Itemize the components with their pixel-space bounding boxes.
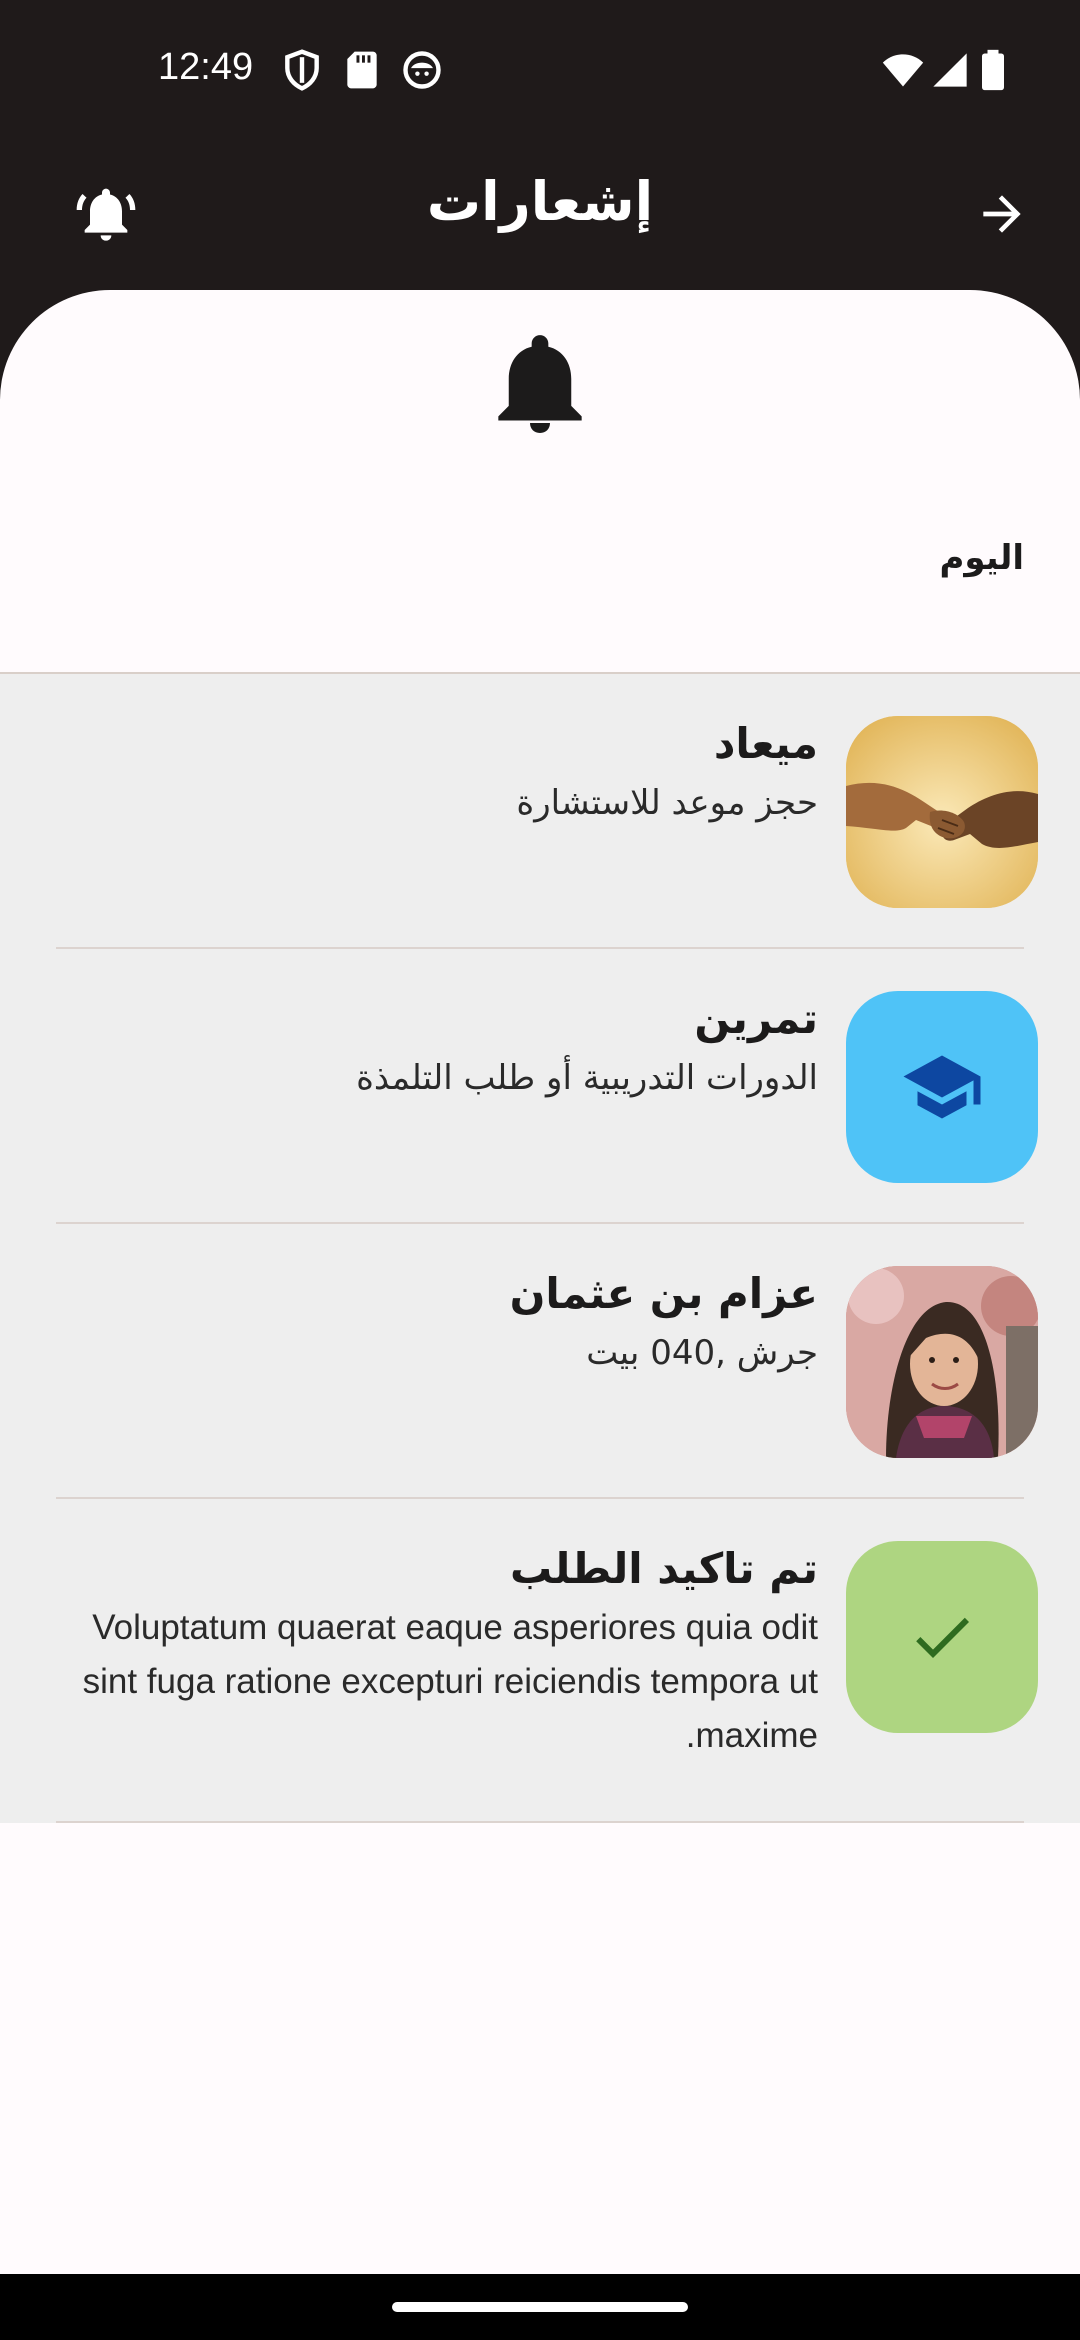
notification-text: عزام بن عثمان جرش ,040 بيت (56, 1264, 818, 1380)
battery-icon (978, 48, 1008, 92)
shield-icon (280, 48, 324, 92)
notification-title: ميعاد (713, 719, 818, 768)
notification-subtitle: حجز موعد للاستشارة (516, 783, 818, 823)
signal-icon (930, 48, 974, 92)
notification-subtitle: الدورات التدريبية أو طلب التلمذة (356, 1058, 818, 1098)
status-time: 12:49 (158, 46, 254, 88)
navigation-bar (0, 2274, 1080, 2340)
arrow-forward-icon[interactable] (966, 178, 1038, 250)
notification-title: عزام بن عثمان (509, 1269, 818, 1318)
notification-list: ميعاد حجز موعد للاستشارة تمرين الدورات ا… (0, 674, 1080, 1823)
notification-text: تم تاكيد الطلب Voluptatum quaerat eaque … (56, 1539, 818, 1763)
notifications-sheet: اليوم ميعاد حجز موعد للاستشارة تمرين الد… (0, 290, 1080, 2274)
notification-title: تمرين (694, 994, 818, 1043)
check-icon (846, 1541, 1038, 1733)
notification-title: تم تاكيد الطلب (509, 1544, 818, 1593)
notification-item-training[interactable]: تمرين الدورات التدريبية أو طلب التلمذة (0, 949, 1080, 1224)
notification-subtitle: جرش ,040 بيت (586, 1333, 818, 1373)
status-bar: 12:49 (0, 0, 1080, 140)
app-header: إشعارات (0, 140, 1080, 290)
notification-item-appointment[interactable]: ميعاد حجز موعد للاستشارة (0, 674, 1080, 949)
handshake-photo (846, 716, 1038, 908)
notification-text: ميعاد حجز موعد للاستشارة (56, 714, 818, 830)
person-photo (846, 1266, 1038, 1458)
sd-card-icon (340, 48, 384, 92)
cat-face-icon (400, 48, 444, 92)
graduation-cap-icon (846, 991, 1038, 1183)
bell-icon (490, 328, 590, 438)
notification-item-person[interactable]: عزام بن عثمان جرش ,040 بيت (0, 1224, 1080, 1499)
notifications-screen: 12:49 إشعارات اليوم ميعاد حجز موعد للاست… (0, 0, 1080, 2340)
home-gesture-handle[interactable] (392, 2302, 688, 2312)
notification-item-order-confirmed[interactable]: تم تاكيد الطلب Voluptatum quaerat eaque … (0, 1499, 1080, 1823)
section-label-today: اليوم (939, 538, 1024, 578)
wifi-icon (880, 48, 926, 92)
notification-text: تمرين الدورات التدريبية أو طلب التلمذة (56, 989, 818, 1105)
notification-subtitle: Voluptatum quaerat eaque asperiores quia… (82, 1608, 818, 1755)
page-title: إشعارات (426, 170, 654, 233)
divider (56, 1821, 1024, 1823)
